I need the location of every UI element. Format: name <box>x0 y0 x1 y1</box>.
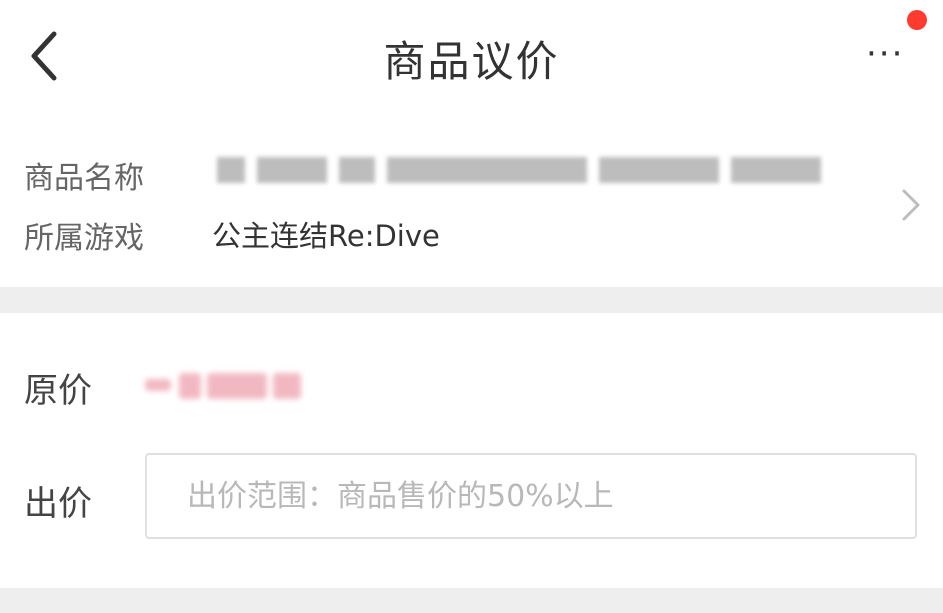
price-section: 原价 出价 <box>0 313 943 588</box>
more-options-button[interactable]: ··· <box>858 36 918 72</box>
product-info-card[interactable]: 商品名称 所属游戏 公主连结Re:Dive <box>0 115 943 287</box>
offer-price-input[interactable] <box>145 453 917 539</box>
page-title: 商品议价 <box>383 37 560 86</box>
top-navigation-bar: 商品议价 ··· <box>0 0 943 115</box>
section-divider-bottom <box>0 588 943 613</box>
product-name-value-redacted <box>217 153 822 189</box>
product-name-label: 商品名称 <box>24 161 144 196</box>
game-value: 公主连结Re:Dive <box>212 219 440 253</box>
notification-dot <box>907 10 927 30</box>
original-price-value-redacted <box>145 365 305 405</box>
original-price-label: 原价 <box>24 371 92 411</box>
offer-price-label: 出价 <box>24 484 92 524</box>
game-label: 所属游戏 <box>24 221 144 256</box>
chevron-right-icon <box>902 189 920 221</box>
more-horizontal-icon: ··· <box>866 34 905 74</box>
section-divider <box>0 287 943 313</box>
